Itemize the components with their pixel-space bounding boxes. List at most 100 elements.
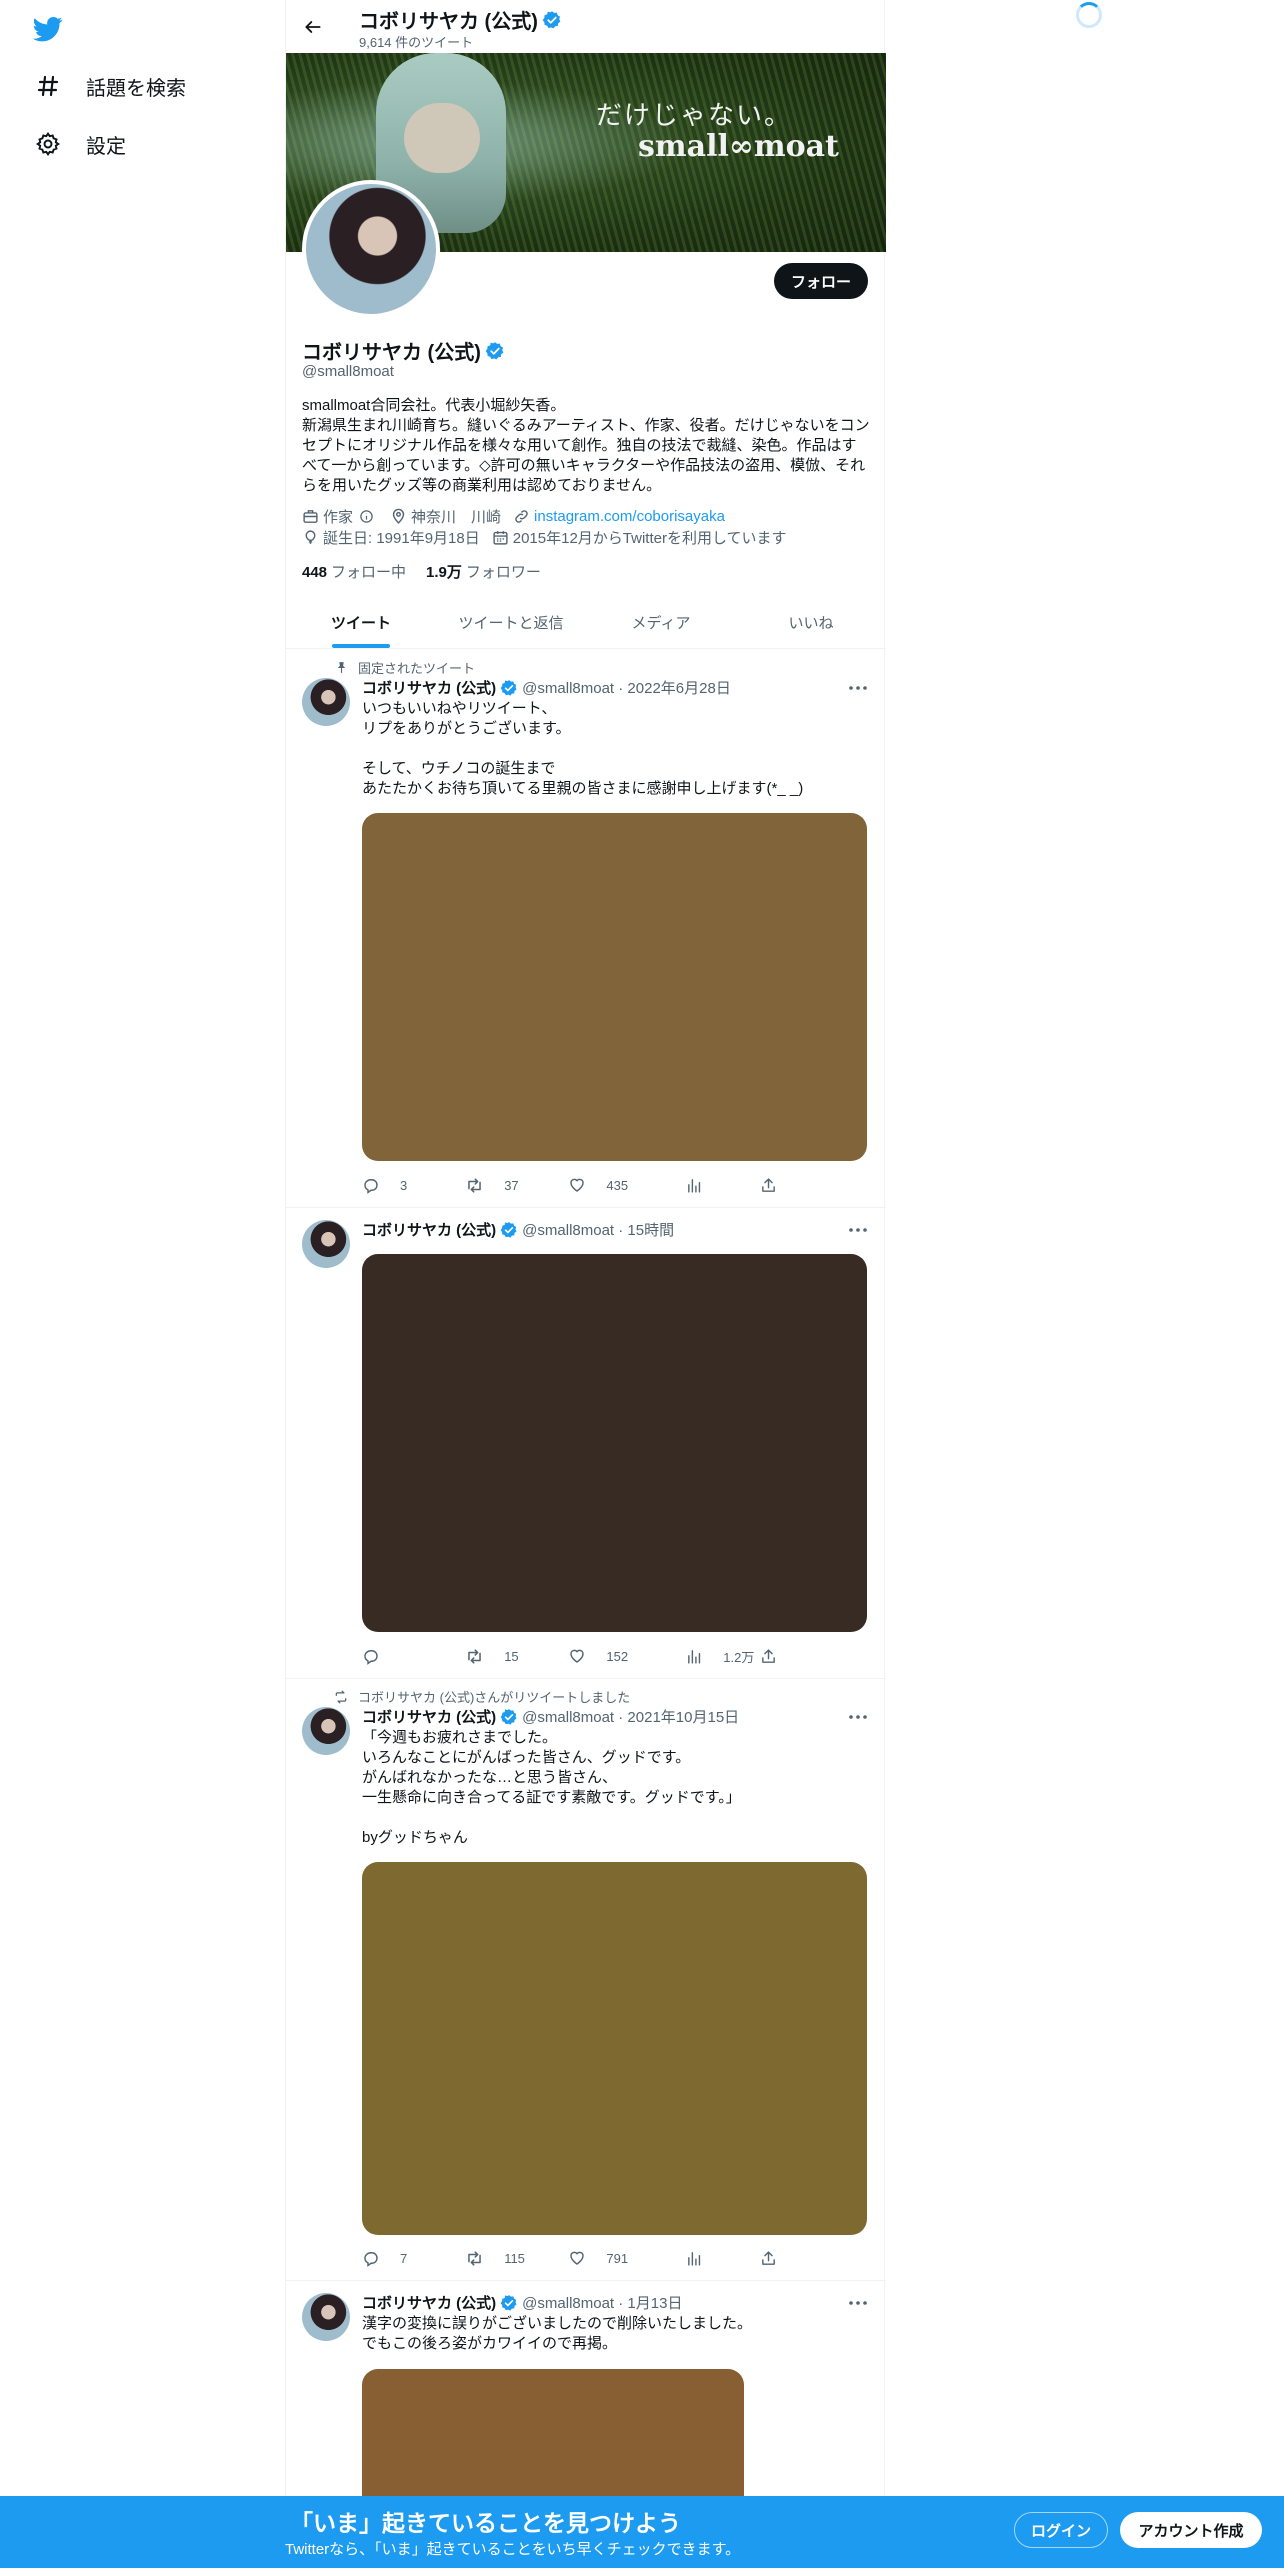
more-icon[interactable] — [846, 1707, 870, 1727]
tweet-header: コボリサヤカ (公式) @small8moat · 15時間 — [362, 1219, 674, 1240]
profile-header-bar: コボリサヤカ (公式) 9,614 件のツイート — [286, 0, 886, 53]
header-title: コボリサヤカ (公式) — [359, 5, 562, 34]
share-button[interactable] — [760, 1175, 787, 1195]
tweet-handle-time[interactable]: @small8moat · 2021年10月15日 — [522, 1706, 739, 1727]
banner-text-line2: small∞moat — [638, 129, 839, 164]
profile-meta-row-2: 誕生日: 1991年9月18日 2015年12月からTwitterを利用していま… — [302, 527, 799, 548]
following-count: 448 — [302, 564, 328, 581]
retweet-button[interactable]: 37 — [465, 1175, 568, 1195]
retweet-button[interactable]: 15 — [465, 1646, 568, 1666]
profile-birthday-text: 誕生日: 1991年9月18日 — [323, 530, 480, 547]
share-button[interactable] — [760, 1646, 787, 1666]
pin-icon — [332, 661, 348, 674]
nav-settings[interactable]: 設定 — [34, 122, 126, 166]
tweet-actions: 3 37 435 — [362, 1175, 787, 1195]
left-nav: 話題を検索 設定 — [0, 0, 285, 2568]
profile-avatar[interactable] — [302, 180, 440, 318]
tweet-text: いつもいいねやリツイート、 リプをありがとうございます。 そして、ウチノコの誕生… — [362, 700, 804, 797]
tab-media[interactable]: メディア — [586, 596, 736, 648]
retweet-button[interactable]: 115 — [465, 2248, 568, 2268]
tweet-author-name[interactable]: コボリサヤカ (公式) — [362, 1706, 496, 1727]
tweet-author-name[interactable]: コボリサヤカ (公式) — [362, 677, 496, 698]
avatar[interactable] — [302, 1707, 350, 1755]
briefcase-icon — [303, 510, 318, 523]
follow-button[interactable]: フォロー — [774, 263, 868, 299]
following-count-link[interactable]: 448 フォロー中 — [302, 561, 406, 582]
profile-meta-row-1: 作家 神奈川 川崎 instagram.com/coborisayaka — [302, 506, 737, 527]
avatar[interactable] — [302, 1220, 350, 1268]
profile-location: 神奈川 川崎 — [390, 506, 501, 527]
profile-joined: 2015年12月からTwitterを利用しています — [492, 527, 787, 548]
tab-likes[interactable]: いいね — [736, 596, 886, 648]
reply-button[interactable]: 7 — [362, 2248, 465, 2268]
header-tweet-count: 9,614 件のツイート — [359, 35, 474, 50]
tweet-header: コボリサヤカ (公式) @small8moat · 2022年6月28日 — [362, 677, 731, 698]
profile-category-text: 作家 — [323, 509, 354, 526]
tweet-media[interactable] — [362, 1862, 867, 2235]
pinned-label: 固定されたツイート — [358, 661, 476, 676]
share-button[interactable] — [760, 2248, 787, 2268]
login-button[interactable]: ログイン — [1014, 2512, 1108, 2548]
tweet-media[interactable] — [362, 1254, 867, 1632]
back-arrow-icon — [305, 21, 321, 33]
views-button[interactable] — [686, 1175, 760, 1195]
tweet-handle-time[interactable]: @small8moat · 15時間 — [522, 1219, 674, 1240]
tweet-item[interactable]: コボリサヤカ (公式) @small8moat · 15時間 15 152 1.2万 — [286, 1208, 886, 1679]
tweet-author-name[interactable]: コボリサヤカ (公式) — [362, 2292, 496, 2313]
like-count: 791 — [606, 2250, 629, 2266]
calendar-icon — [493, 531, 508, 545]
like-button[interactable]: 435 — [568, 1175, 686, 1195]
avatar[interactable] — [302, 678, 350, 726]
profile-birthday: 誕生日: 1991年9月18日 — [302, 527, 480, 548]
profile-handle: @small8moat — [302, 363, 394, 380]
tweet-author-name[interactable]: コボリサヤカ (公式) — [362, 1219, 496, 1240]
twitter-logo-icon[interactable] — [32, 14, 64, 44]
more-icon[interactable] — [846, 2293, 870, 2313]
tweet-media[interactable] — [362, 813, 867, 1161]
tweet-handle-time[interactable]: @small8moat · 1月13日 — [522, 2292, 682, 2313]
like-icon — [568, 1647, 596, 1665]
retweet-icon — [332, 1690, 348, 1704]
views-button[interactable]: 1.2万 — [686, 1646, 760, 1666]
profile-bio: smallmoat合同会社。代表小堀紗矢香。 新潟県生まれ川崎育ち。縫いぐるみア… — [302, 397, 870, 494]
like-button[interactable]: 791 — [568, 2248, 686, 2268]
views-icon — [686, 1648, 713, 1665]
views-button[interactable] — [686, 2248, 760, 2268]
retweet-indicator: コボリサヤカ (公式)さんがリツイートしました — [332, 1687, 630, 1706]
verified-badge-icon — [500, 679, 518, 697]
profile-website-link[interactable]: instagram.com/coborisayaka — [534, 508, 725, 525]
profile-name-text: コボリサヤカ (公式) — [302, 342, 481, 364]
tweet-header: コボリサヤカ (公式) @small8moat · 2021年10月15日 — [362, 1706, 739, 1727]
tweet-item[interactable]: コボリサヤカ (公式)さんがリツイートしました コボリサヤカ (公式) @sma… — [286, 1679, 886, 2281]
share-icon — [760, 1177, 787, 1194]
info-icon[interactable] — [359, 509, 374, 524]
tweet-text: 「今週もお疲れさまでした。 いろんなことにがんばった皆さん、グッドです。 がんば… — [362, 1729, 741, 1846]
more-icon[interactable] — [846, 1220, 870, 1240]
tab-tweets-replies[interactable]: ツイートと返信 — [436, 596, 586, 648]
following-label: フォロー中 — [331, 564, 407, 581]
avatar[interactable] — [302, 2293, 350, 2341]
retweet-count: 115 — [504, 2250, 525, 2266]
reply-button[interactable] — [362, 1646, 465, 1666]
more-icon[interactable] — [846, 678, 870, 698]
verified-badge-icon — [542, 10, 562, 30]
reply-icon — [362, 2249, 390, 2267]
like-icon — [568, 1176, 596, 1194]
nav-settings-label: 設定 — [86, 135, 126, 158]
tweet-header: コボリサヤカ (公式) @small8moat · 1月13日 — [362, 2292, 682, 2313]
nav-explore[interactable]: 話題を検索 — [34, 64, 186, 108]
views-icon — [686, 1177, 713, 1194]
like-button[interactable]: 152 — [568, 1646, 686, 1666]
followers-label: フォロワー — [465, 564, 541, 581]
tab-tweets[interactable]: ツイート — [286, 596, 436, 648]
profile-name: コボリサヤカ (公式) — [302, 336, 505, 365]
reply-button[interactable]: 3 — [362, 1175, 465, 1195]
views-icon — [686, 2250, 713, 2267]
retweet-icon — [465, 1647, 494, 1666]
followers-count-link[interactable]: 1.9万 フォロワー — [426, 561, 541, 582]
tweet-item[interactable]: 固定されたツイート コボリサヤカ (公式) @small8moat · 2022… — [286, 650, 886, 1208]
back-button[interactable] — [298, 12, 328, 42]
tweet-handle-time[interactable]: @small8moat · 2022年6月28日 — [522, 677, 731, 698]
signup-button[interactable]: アカウント作成 — [1120, 2512, 1262, 2548]
reply-icon — [362, 1647, 390, 1665]
